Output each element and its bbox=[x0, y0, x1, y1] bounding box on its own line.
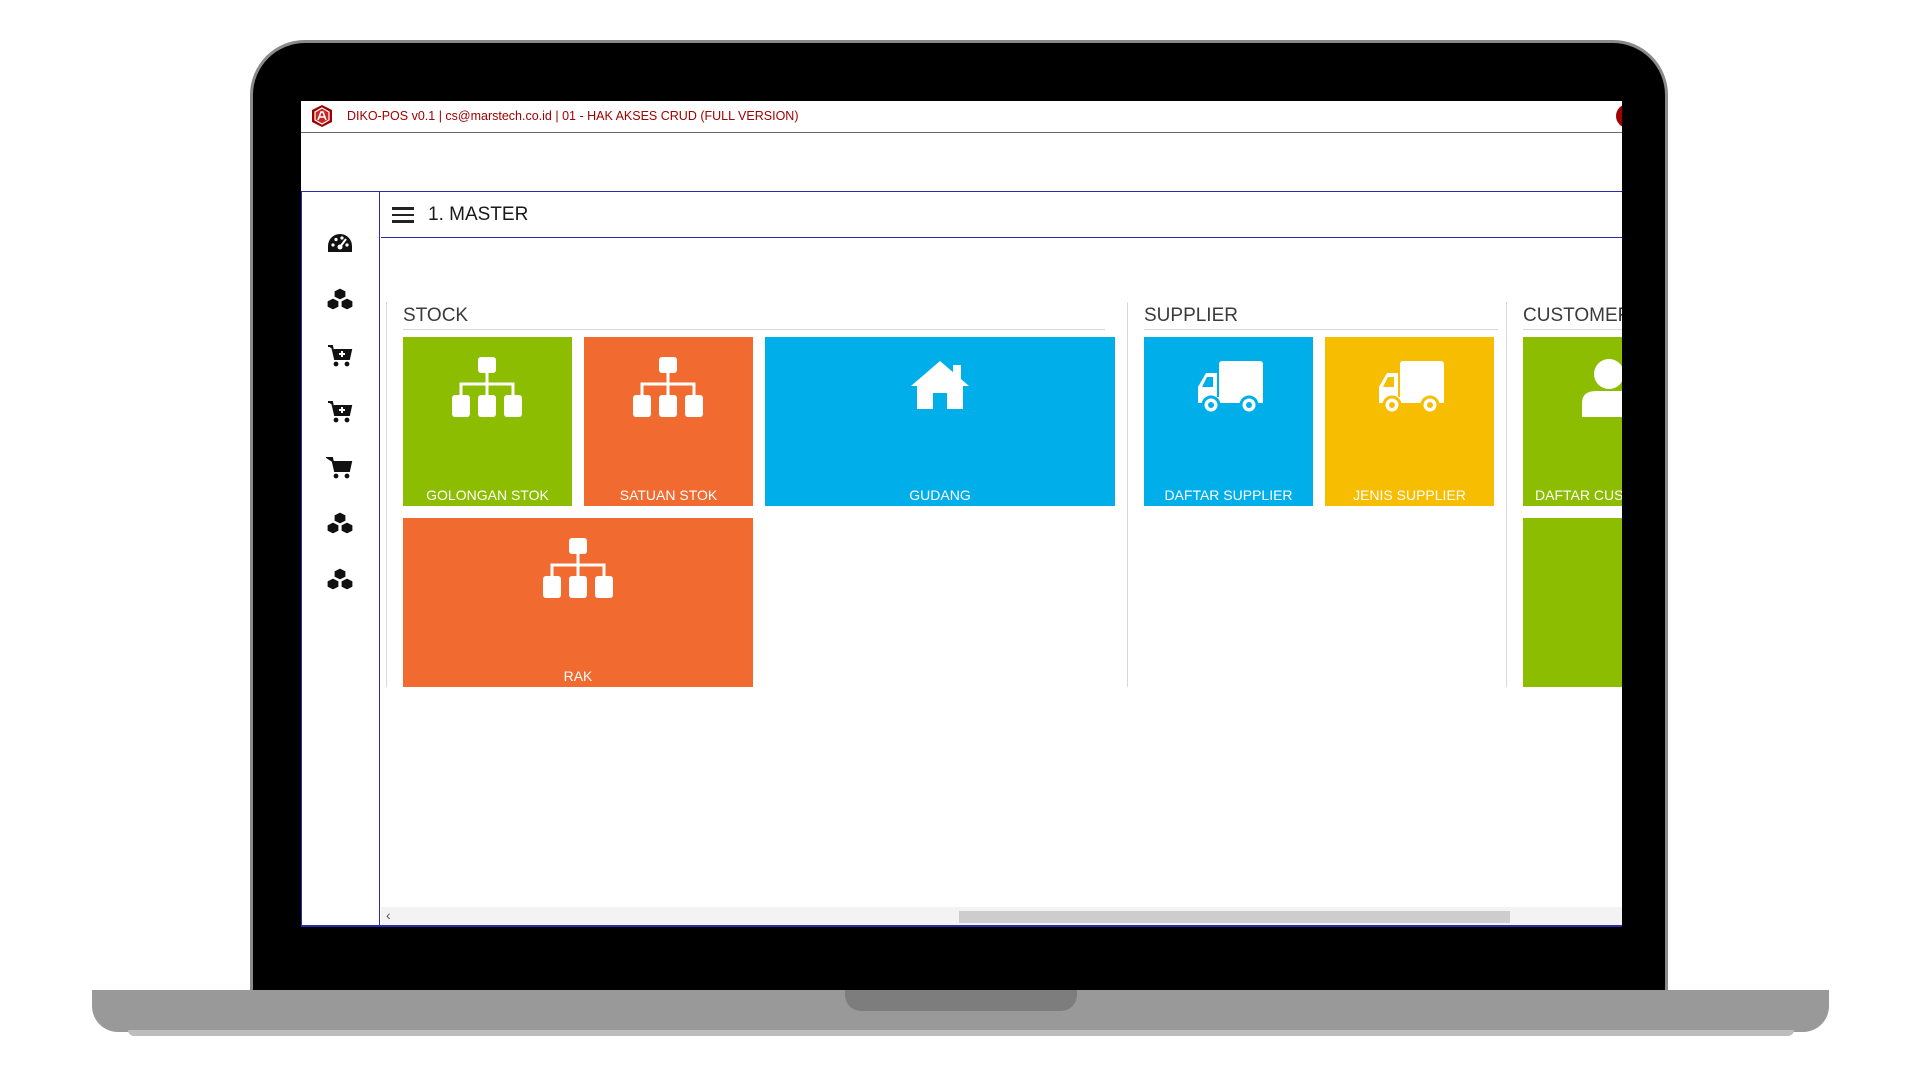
sidebar-item-reports[interactable] bbox=[322, 565, 358, 595]
sitemap-icon bbox=[543, 538, 613, 598]
title-bar: DIKO-POS v0.1 | cs@marstech.co.id | 01 -… bbox=[301, 101, 1622, 133]
sitemap-icon bbox=[452, 357, 522, 417]
tile-rak[interactable]: RAK bbox=[403, 518, 753, 687]
home-icon bbox=[911, 361, 969, 409]
laptop-notch bbox=[845, 990, 1077, 1011]
group-rule bbox=[1144, 329, 1498, 330]
group-rule bbox=[403, 329, 1105, 330]
group-separator bbox=[386, 302, 387, 687]
window-title: DIKO-POS v0.1 | cs@marstech.co.id | 01 -… bbox=[347, 109, 799, 123]
group-rule bbox=[1523, 329, 1622, 330]
sidebar bbox=[301, 192, 380, 927]
page-title: 1. MASTER bbox=[428, 204, 529, 225]
cart-add-icon bbox=[328, 401, 353, 423]
user-icon bbox=[1582, 359, 1622, 417]
tile-golongan-stok[interactable]: GOLONGAN STOK bbox=[403, 337, 572, 506]
scroll-thumb[interactable] bbox=[959, 911, 1510, 923]
sidebar-item-inventory[interactable] bbox=[322, 509, 358, 539]
app-window: DIKO-POS v0.1 | cs@marstech.co.id | 01 -… bbox=[301, 101, 1622, 927]
ribbon-bar bbox=[301, 133, 1622, 192]
scroll-left-arrow-icon[interactable]: ‹ bbox=[386, 907, 391, 923]
group-title-stock: STOCK bbox=[403, 305, 469, 326]
dashboard-icon bbox=[328, 234, 352, 252]
truck-icon bbox=[1379, 361, 1444, 415]
sidebar-item-sales[interactable] bbox=[322, 453, 358, 483]
hamburger-menu-icon[interactable] bbox=[392, 207, 414, 223]
cubes-icon bbox=[326, 511, 354, 535]
sidebar-item-dashboard[interactable] bbox=[322, 229, 358, 259]
tile-gudang[interactable]: GUDANG bbox=[765, 337, 1115, 506]
tile-jenis-supplier[interactable]: JENIS SUPPLIER bbox=[1325, 337, 1494, 506]
main-panel: 1. MASTER STOCK GOLONGAN STOK SATUAN STO… bbox=[381, 192, 1622, 927]
group-title-customer: CUSTOMER bbox=[1523, 305, 1622, 326]
tile-label: GUDANG bbox=[909, 487, 971, 503]
app-logo-icon bbox=[312, 105, 332, 127]
sidebar-item-purchase-return[interactable] bbox=[322, 397, 358, 427]
tile-label: DAFTAR CUSTOMER bbox=[1535, 487, 1622, 503]
cubes-icon bbox=[326, 287, 354, 311]
sitemap-icon bbox=[633, 357, 703, 417]
truck-icon bbox=[1198, 361, 1263, 415]
horizontal-scrollbar[interactable]: ‹ bbox=[381, 907, 1622, 925]
tile-customer-2[interactable] bbox=[1523, 518, 1622, 687]
sidebar-item-purchase[interactable] bbox=[322, 341, 358, 371]
window-bottom-border bbox=[301, 925, 1622, 927]
tile-label: GOLONGAN STOK bbox=[426, 487, 549, 503]
tile-label: RAK bbox=[563, 668, 593, 684]
cubes-icon bbox=[326, 567, 354, 591]
group-separator bbox=[1127, 302, 1128, 687]
group-separator bbox=[1506, 302, 1507, 687]
tile-daftar-customer[interactable]: DAFTAR CUSTOMER bbox=[1523, 337, 1622, 506]
window-close-button[interactable] bbox=[1616, 104, 1622, 128]
sidebar-item-stock[interactable] bbox=[322, 285, 358, 315]
tile-satuan-stok[interactable]: SATUAN STOK bbox=[584, 337, 753, 506]
tile-label: JENIS SUPPLIER bbox=[1353, 487, 1466, 503]
tile-label: SATUAN STOK bbox=[619, 487, 718, 503]
cart-add-icon bbox=[328, 345, 353, 367]
content-header: 1. MASTER bbox=[381, 192, 1622, 238]
tile-daftar-supplier[interactable]: DAFTAR SUPPLIER bbox=[1144, 337, 1313, 506]
laptop-base-shadow bbox=[128, 1030, 1794, 1036]
group-title-supplier: SUPPLIER bbox=[1144, 305, 1238, 326]
cart-icon bbox=[326, 457, 353, 479]
tile-label: DAFTAR SUPPLIER bbox=[1164, 487, 1293, 503]
